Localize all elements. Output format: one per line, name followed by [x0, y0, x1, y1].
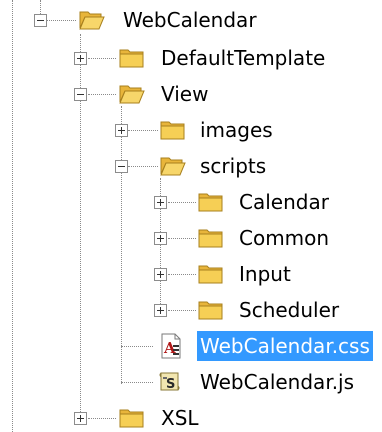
folder-icon: [198, 229, 223, 248]
tree-connector: [128, 166, 158, 167]
collapse-toggle[interactable]: [115, 160, 128, 173]
tree-item-defaulttemplate[interactable]: DefaultTemplate: [158, 43, 328, 73]
folder-tree: WebCalendar DefaultTemplate View images …: [0, 0, 382, 432]
tree-connector: [168, 310, 196, 311]
folder-open-icon: [160, 157, 186, 176]
tree-connector: [46, 20, 76, 21]
tree-item-webcalendar-js[interactable]: WebCalendar.js: [197, 367, 357, 397]
js-file-icon: S: [159, 372, 180, 392]
collapse-toggle[interactable]: [74, 88, 87, 101]
tree-connector: [168, 238, 196, 239]
tree-item-webcalendar[interactable]: WebCalendar: [120, 5, 260, 35]
expand-toggle[interactable]: [154, 304, 167, 317]
tree-item-input[interactable]: Input: [236, 259, 294, 289]
tree-item-xsl[interactable]: XSL: [158, 403, 202, 432]
folder-icon: [160, 121, 185, 140]
css-file-icon: A: [161, 333, 181, 359]
folder-icon: [198, 193, 223, 212]
folder-icon: [198, 301, 223, 320]
expand-toggle[interactable]: [154, 196, 167, 209]
folder-open-icon: [119, 85, 145, 104]
tree-connector: [40, 0, 41, 14]
collapse-toggle[interactable]: [34, 14, 47, 27]
tree-connector: [121, 346, 153, 347]
tree-connector: [88, 418, 116, 419]
svg-text:S: S: [166, 377, 175, 392]
tree-connector: [121, 382, 153, 383]
folder-icon: [198, 265, 223, 284]
folder-icon: [119, 409, 144, 428]
tree-connector: [168, 202, 196, 203]
tree-connector: [12, 0, 13, 432]
folder-icon: [119, 49, 144, 68]
tree-connector: [128, 130, 158, 131]
tree-connector: [88, 58, 116, 59]
tree-item-webcalendar-css[interactable]: WebCalendar.css: [197, 331, 373, 361]
expand-toggle[interactable]: [74, 52, 87, 65]
tree-item-images[interactable]: images: [197, 115, 276, 145]
expand-toggle[interactable]: [74, 412, 87, 425]
expand-toggle[interactable]: [154, 232, 167, 245]
tree-item-calendar[interactable]: Calendar: [236, 187, 332, 217]
tree-connector: [88, 94, 116, 95]
tree-connector: [121, 106, 122, 384]
folder-open-icon: [79, 11, 105, 30]
tree-item-scheduler[interactable]: Scheduler: [236, 295, 342, 325]
expand-toggle[interactable]: [154, 268, 167, 281]
tree-item-common[interactable]: Common: [236, 223, 332, 253]
tree-item-view[interactable]: View: [158, 79, 211, 109]
expand-toggle[interactable]: [115, 124, 128, 137]
tree-item-scripts[interactable]: scripts: [197, 151, 269, 181]
tree-connector: [168, 274, 196, 275]
